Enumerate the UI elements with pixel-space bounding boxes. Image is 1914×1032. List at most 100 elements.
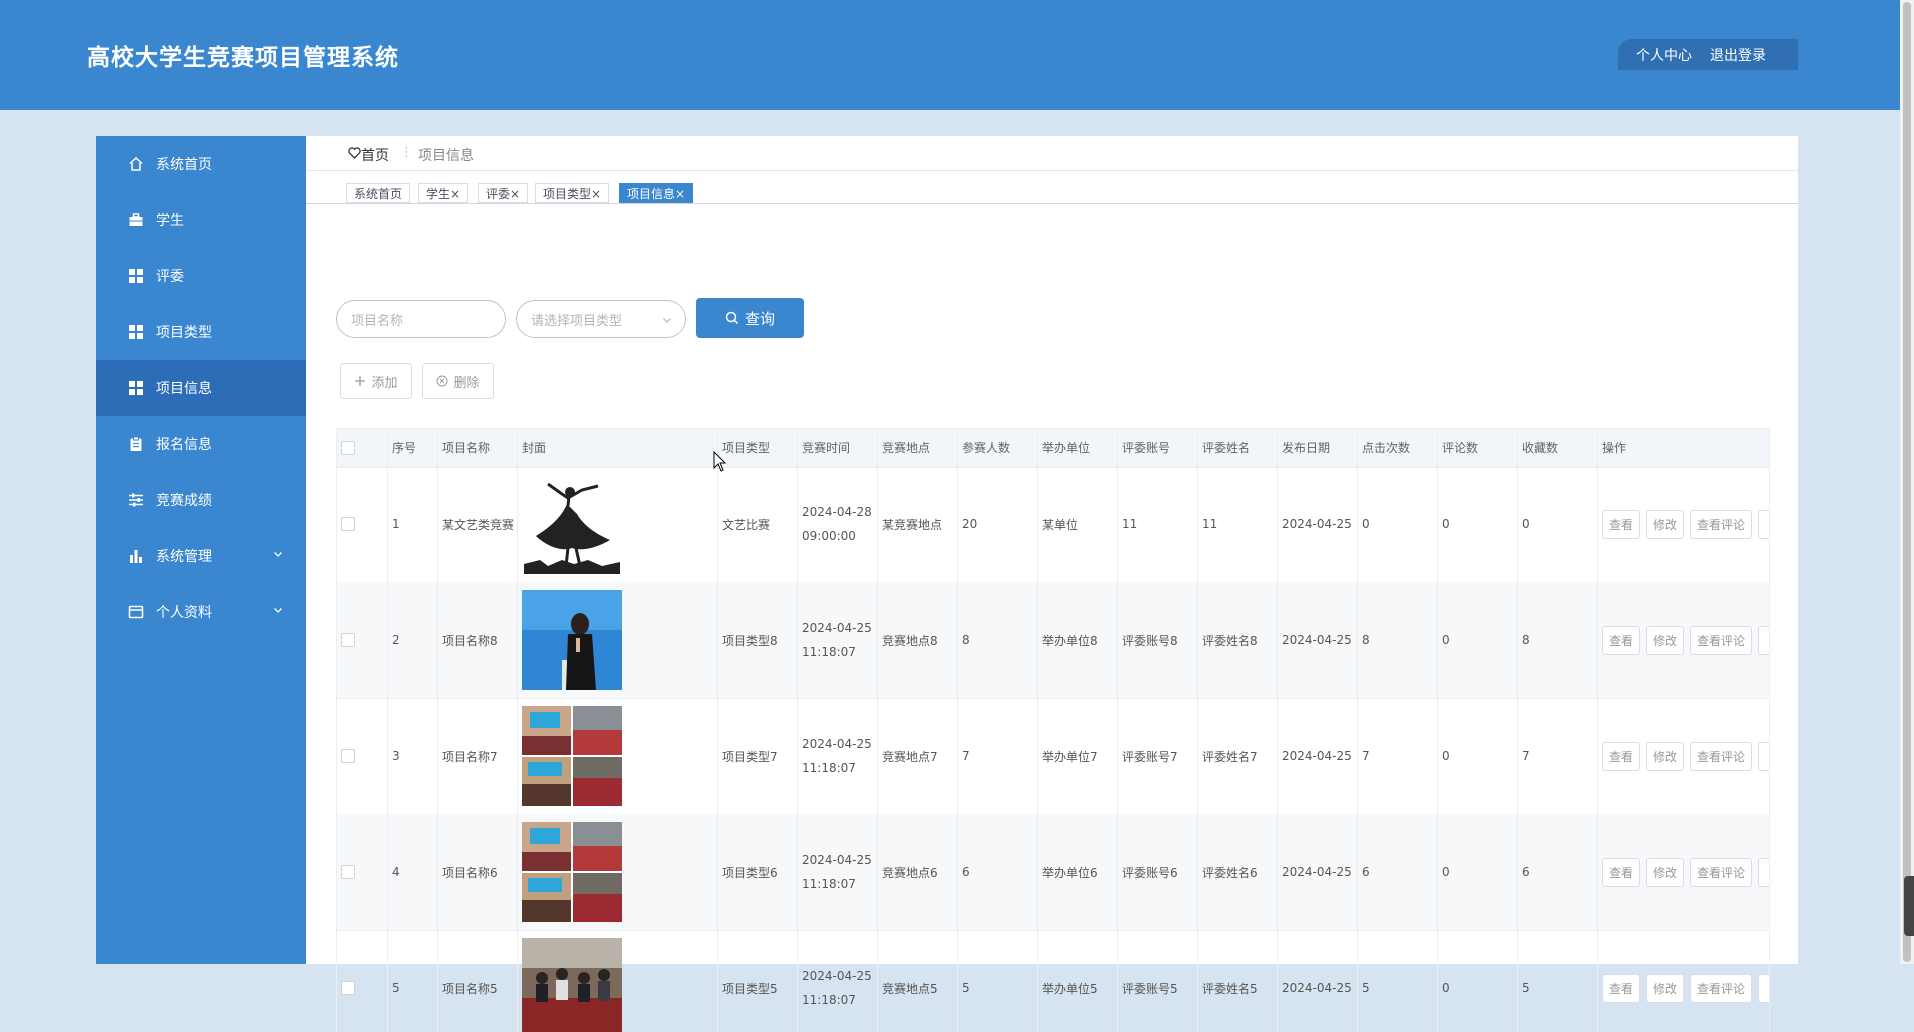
view-button[interactable]: 查看: [1602, 973, 1641, 1003]
mouse-cursor-icon: [713, 450, 727, 477]
sidebar-item-label: 竞赛成绩: [156, 493, 212, 509]
tab-students[interactable]: 学生×: [418, 183, 469, 203]
row-checkbox[interactable]: [341, 865, 355, 879]
project-type-select[interactable]: 请选择项目类型: [516, 300, 686, 338]
tab-project-types[interactable]: 项目类型×: [535, 183, 610, 203]
cell-name: 项目名称7: [437, 698, 517, 814]
sidebar-item-project-info[interactable]: 项目信息: [96, 360, 306, 416]
close-icon[interactable]: ×: [450, 187, 460, 201]
cell-org: 举办单位8: [1037, 582, 1117, 698]
column-header: 举办单位: [1037, 429, 1117, 467]
sidebar-item-label: 系统管理: [156, 549, 212, 565]
time-date: 2024-04-25: [802, 853, 872, 867]
sidebar-item-results[interactable]: 竞赛成绩: [96, 472, 306, 528]
sidebar-item-system-management[interactable]: 系统管理: [96, 528, 306, 584]
delete-label: 删除: [453, 375, 480, 391]
more-button[interactable]: [1758, 741, 1769, 771]
more-button[interactable]: [1758, 625, 1769, 655]
view-comments-button[interactable]: 查看评论: [1690, 973, 1753, 1003]
cell-clicks: 8: [1357, 582, 1437, 698]
cell-org: 举办单位5: [1037, 930, 1117, 1032]
add-button[interactable]: 添加: [340, 363, 412, 399]
grid-icon: [128, 268, 144, 284]
cell-judge-name: 评委姓名5: [1197, 930, 1277, 1032]
view-button[interactable]: 查看: [1602, 509, 1641, 539]
view-comments-button[interactable]: 查看评论: [1690, 509, 1753, 539]
scrollbar-thumb[interactable]: [1903, 2, 1911, 962]
close-icon[interactable]: ×: [510, 187, 520, 201]
sidebar-item-label: 项目类型: [156, 325, 212, 341]
search-icon: [725, 311, 739, 325]
view-comments-button[interactable]: 查看评论: [1690, 625, 1753, 655]
table-row: 3 项目名称7 项目类型7 2024-04-25 11:18:07 竞赛地点7 7…: [337, 698, 1769, 815]
cell-time: 2024-04-25 11:18:07: [797, 930, 877, 1032]
row-checkbox[interactable]: [341, 981, 355, 995]
sidebar-item-judges[interactable]: 评委: [96, 248, 306, 304]
sidebar-item-label: 评委: [156, 269, 184, 285]
edit-button[interactable]: 修改: [1646, 741, 1685, 771]
breadcrumb-home[interactable]: 首页: [348, 145, 389, 165]
edit-button[interactable]: 修改: [1646, 973, 1685, 1003]
column-header: 发布日期: [1277, 429, 1357, 467]
home-icon: [128, 156, 144, 172]
close-icon[interactable]: ×: [591, 187, 601, 201]
cell-cover: [517, 466, 717, 582]
edit-button[interactable]: 修改: [1646, 625, 1685, 655]
tab-home[interactable]: 系统首页: [346, 183, 411, 203]
sidebar-item-profile[interactable]: 个人资料: [96, 584, 306, 640]
page-scrollbar[interactable]: [1900, 0, 1914, 964]
cell-actions: 查看 修改 查看评论: [1597, 698, 1769, 814]
sidebar-item-students[interactable]: 学生: [96, 192, 306, 248]
close-icon[interactable]: ×: [675, 187, 685, 201]
cell-clicks: 0: [1357, 466, 1437, 582]
logout-link[interactable]: 退出登录: [1710, 45, 1766, 65]
cell-no: 5: [387, 930, 437, 1032]
cell-org: 举办单位7: [1037, 698, 1117, 814]
grid-icon: [128, 380, 144, 396]
view-button[interactable]: 查看: [1602, 741, 1641, 771]
cell-judge-name: 评委姓名8: [1197, 582, 1277, 698]
select-all-checkbox[interactable]: [341, 441, 355, 455]
view-comments-button[interactable]: 查看评论: [1690, 741, 1753, 771]
delete-button[interactable]: 删除: [422, 363, 494, 399]
sidebar-item-home[interactable]: 系统首页: [96, 136, 306, 192]
more-button[interactable]: [1758, 857, 1769, 887]
table-row: 2 项目名称8 项目类型8 2024-04-25 11:18:07 竞赛地点8 8…: [337, 582, 1769, 699]
more-button[interactable]: [1758, 509, 1769, 539]
grid-icon: [128, 324, 144, 340]
sidebar-item-project-types[interactable]: 项目类型: [96, 304, 306, 360]
table-header: 序号 项目名称 封面 项目类型 竞赛时间 竞赛地点 参赛人数 举办单位 评委账号…: [337, 428, 1769, 468]
edit-button[interactable]: 修改: [1646, 857, 1685, 887]
cell-comments: 0: [1437, 582, 1517, 698]
cell-cover: [517, 582, 717, 698]
project-name-input[interactable]: 项目名称: [336, 300, 506, 338]
cell-no: 2: [387, 582, 437, 698]
view-button[interactable]: 查看: [1602, 625, 1641, 655]
sidebar-item-registration[interactable]: 报名信息: [96, 416, 306, 472]
edit-button[interactable]: 修改: [1646, 509, 1685, 539]
tab-project-info[interactable]: 项目信息×: [619, 183, 694, 203]
more-button[interactable]: [1758, 973, 1769, 1003]
cell-type: 项目类型8: [717, 582, 797, 698]
row-checkbox[interactable]: [341, 749, 355, 763]
row-checkbox[interactable]: [341, 517, 355, 531]
edge-scroll-handle[interactable]: [1904, 876, 1914, 936]
column-header: 评委姓名: [1197, 429, 1277, 467]
personal-center-link[interactable]: 个人中心: [1636, 45, 1692, 65]
row-checkbox[interactable]: [341, 633, 355, 647]
cell-judge-account: 评委账号7: [1117, 698, 1197, 814]
view-button[interactable]: 查看: [1602, 857, 1641, 887]
column-header: 竞赛时间: [797, 429, 877, 467]
time-date: 2024-04-25: [802, 621, 872, 635]
cell-org: 举办单位6: [1037, 814, 1117, 930]
cell-no: 1: [387, 466, 437, 582]
cell-actions: 查看 修改 查看评论: [1597, 466, 1769, 582]
breadcrumb-separator: ⋮: [400, 145, 413, 160]
time-clock: 11:18:07: [802, 761, 856, 775]
view-comments-button[interactable]: 查看评论: [1690, 857, 1753, 887]
card-icon: [128, 604, 144, 620]
cell-judge-account: 评委账号5: [1117, 930, 1197, 1032]
tab-judges[interactable]: 评委×: [478, 183, 529, 203]
query-button[interactable]: 查询: [696, 298, 804, 338]
sidebar-item-label: 报名信息: [156, 437, 212, 453]
